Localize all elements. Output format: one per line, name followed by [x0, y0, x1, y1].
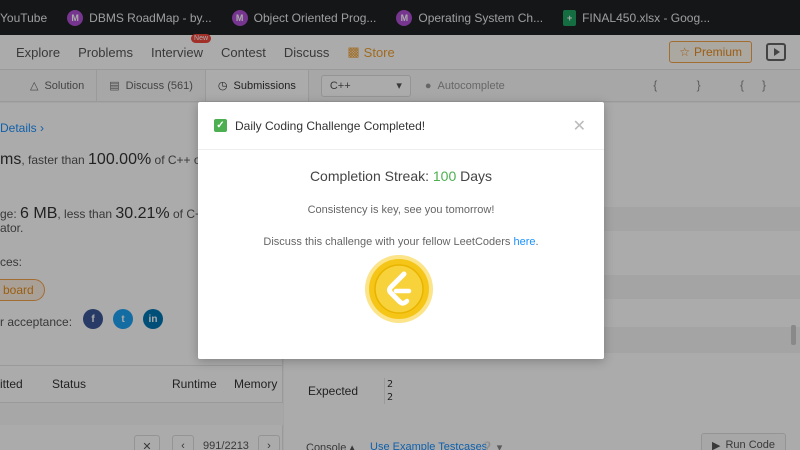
- completion-streak: Completion Streak: 100 Days: [309, 168, 493, 184]
- discuss-here-link[interactable]: here: [513, 236, 535, 248]
- consistency-message: Consistency is key, see you tomorrow!: [307, 204, 495, 216]
- daily-challenge-modal: ✓ Daily Coding Challenge Completed! ✕ Co…: [198, 102, 604, 359]
- checkbox-checked-icon: ✓: [214, 119, 227, 132]
- discuss-message: Discuss this challenge with your fellow …: [263, 236, 539, 248]
- close-icon[interactable]: ✕: [573, 116, 586, 136]
- streak-count: 100: [432, 168, 457, 184]
- modal-title: Daily Coding Challenge Completed!: [235, 118, 426, 133]
- leetcode-coin-icon: [365, 255, 433, 323]
- modal-header: ✓ Daily Coding Challenge Completed!: [198, 102, 604, 150]
